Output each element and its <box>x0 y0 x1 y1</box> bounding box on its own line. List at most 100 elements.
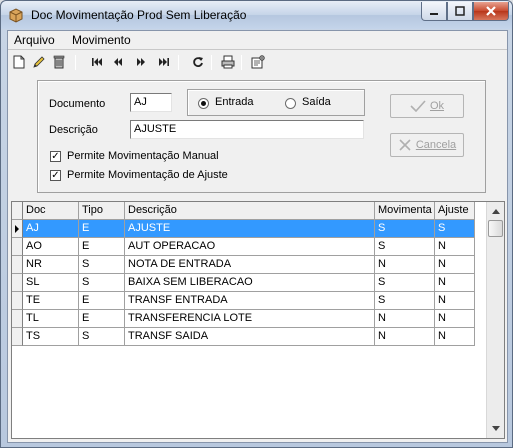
scroll-down-button[interactable] <box>487 420 504 437</box>
col-header-doc[interactable]: Doc <box>23 202 79 220</box>
row-indicator-header <box>12 202 23 220</box>
toolbar-separator <box>75 55 76 70</box>
cell-tipo[interactable]: E <box>79 238 125 256</box>
cell-descricao[interactable]: TRANSF SAIDA <box>125 328 375 346</box>
cell-ajuste[interactable]: N <box>435 310 475 328</box>
cell-tipo[interactable]: S <box>79 256 125 274</box>
menu-separator <box>8 49 507 50</box>
cell-doc[interactable]: AJ <box>23 220 79 238</box>
client-area: Arquivo Movimento Documento AJ Entrada S… <box>7 30 508 443</box>
cell-ajuste[interactable]: N <box>435 292 475 310</box>
cell-doc[interactable]: TE <box>23 292 79 310</box>
title-bar[interactable]: Doc Movimentação Prod Sem Liberação <box>1 1 512 29</box>
check-ajuste-label[interactable]: Permite Movimentação de Ajuste <box>67 169 228 181</box>
cell-movimenta[interactable]: S <box>375 220 435 238</box>
documento-field[interactable]: AJ <box>130 93 172 112</box>
app-window: Doc Movimentação Prod Sem Liberação Arqu… <box>0 0 513 448</box>
table-row[interactable]: AO E AUT OPERACAO S N <box>12 238 486 256</box>
documents-grid[interactable]: Doc Tipo Descrição Movimenta Ajuste AJ E… <box>11 201 505 439</box>
cell-tipo[interactable]: S <box>79 328 125 346</box>
previous-record-icon <box>114 58 122 66</box>
menu-arquivo[interactable]: Arquivo <box>14 33 55 47</box>
check-manual[interactable]: ✓ <box>50 151 61 162</box>
arrow-down-icon <box>491 425 500 431</box>
close-button[interactable] <box>473 2 509 21</box>
row-indicator <box>12 292 23 310</box>
print-icon <box>221 55 235 69</box>
first-record-button[interactable] <box>88 53 106 71</box>
cell-descricao[interactable]: AJUSTE <box>125 220 375 238</box>
row-indicator <box>12 274 23 292</box>
maximize-button[interactable] <box>447 2 473 21</box>
next-record-button[interactable] <box>132 53 150 71</box>
cell-movimenta[interactable]: N <box>375 328 435 346</box>
cell-movimenta[interactable]: S <box>375 238 435 256</box>
cell-descricao[interactable]: TRANSFERENCIA LOTE <box>125 310 375 328</box>
new-button[interactable] <box>10 53 28 71</box>
radio-entrada-label[interactable]: Entrada <box>215 96 254 108</box>
col-header-descricao[interactable]: Descrição <box>125 202 375 220</box>
cell-tipo[interactable]: S <box>79 274 125 292</box>
cell-tipo[interactable]: E <box>79 220 125 238</box>
toolbar-separator <box>241 55 242 70</box>
cell-doc[interactable]: TL <box>23 310 79 328</box>
cell-doc[interactable]: AO <box>23 238 79 256</box>
col-header-ajuste[interactable]: Ajuste <box>435 202 475 220</box>
scroll-up-button[interactable] <box>487 202 504 219</box>
cell-ajuste[interactable]: N <box>435 274 475 292</box>
table-row[interactable]: TE E TRANSF ENTRADA S N <box>12 292 486 310</box>
tipo-radio-group: Entrada Saída <box>187 89 365 116</box>
cell-doc[interactable]: SL <box>23 274 79 292</box>
table-row[interactable]: SL S BAIXA SEM LIBERACAO S N <box>12 274 486 292</box>
table-row[interactable]: NR S NOTA DE ENTRADA N N <box>12 256 486 274</box>
cell-descricao[interactable]: AUT OPERACAO <box>125 238 375 256</box>
minimize-button[interactable] <box>421 2 447 21</box>
last-record-button[interactable] <box>155 53 173 71</box>
cell-doc[interactable]: TS <box>23 328 79 346</box>
radio-saida[interactable] <box>285 98 296 109</box>
cell-descricao[interactable]: TRANSF ENTRADA <box>125 292 375 310</box>
cell-movimenta[interactable]: N <box>375 310 435 328</box>
cell-ajuste[interactable]: S <box>435 220 475 238</box>
previous-record-button[interactable] <box>109 53 127 71</box>
cell-ajuste[interactable]: N <box>435 256 475 274</box>
row-indicator <box>12 310 23 328</box>
cell-movimenta[interactable]: N <box>375 256 435 274</box>
radio-saida-label[interactable]: Saída <box>302 96 331 108</box>
toolbar <box>8 51 507 73</box>
cell-movimenta[interactable]: S <box>375 292 435 310</box>
table-row[interactable]: TL E TRANSFERENCIA LOTE N N <box>12 310 486 328</box>
print-button[interactable] <box>219 53 237 71</box>
ok-button[interactable]: Ok <box>390 94 464 118</box>
scroll-thumb[interactable] <box>488 220 503 237</box>
edit-pencil-icon <box>33 56 45 68</box>
check-manual-label[interactable]: Permite Movimentação Manual <box>67 150 219 162</box>
cell-ajuste[interactable]: N <box>435 328 475 346</box>
cell-doc[interactable]: NR <box>23 256 79 274</box>
cell-descricao[interactable]: NOTA DE ENTRADA <box>125 256 375 274</box>
menu-movimento[interactable]: Movimento <box>72 33 131 47</box>
cell-tipo[interactable]: E <box>79 292 125 310</box>
cancel-x-icon <box>399 139 411 151</box>
cell-movimenta[interactable]: S <box>375 274 435 292</box>
col-header-tipo[interactable]: Tipo <box>79 202 125 220</box>
row-indicator <box>12 220 23 238</box>
properties-button[interactable] <box>249 53 267 71</box>
grid-vertical-scrollbar[interactable] <box>486 202 504 438</box>
col-header-movimenta[interactable]: Movimenta <box>375 202 435 220</box>
check-ajuste[interactable]: ✓ <box>50 170 61 181</box>
cell-ajuste[interactable]: N <box>435 238 475 256</box>
cell-descricao[interactable]: BAIXA SEM LIBERACAO <box>125 274 375 292</box>
menu-bar: Arquivo Movimento <box>8 31 507 49</box>
edit-button[interactable] <box>30 53 48 71</box>
table-row[interactable]: TS S TRANSF SAIDA N N <box>12 328 486 346</box>
table-row[interactable]: AJ E AJUSTE S S <box>12 220 486 238</box>
cell-tipo[interactable]: E <box>79 310 125 328</box>
row-indicator <box>12 256 23 274</box>
delete-button[interactable] <box>50 53 68 71</box>
refresh-icon <box>193 57 203 67</box>
refresh-button[interactable] <box>189 53 207 71</box>
cancel-button[interactable]: Cancela <box>390 133 464 157</box>
radio-entrada[interactable] <box>198 98 209 109</box>
descricao-field[interactable]: AJUSTE <box>130 120 364 139</box>
